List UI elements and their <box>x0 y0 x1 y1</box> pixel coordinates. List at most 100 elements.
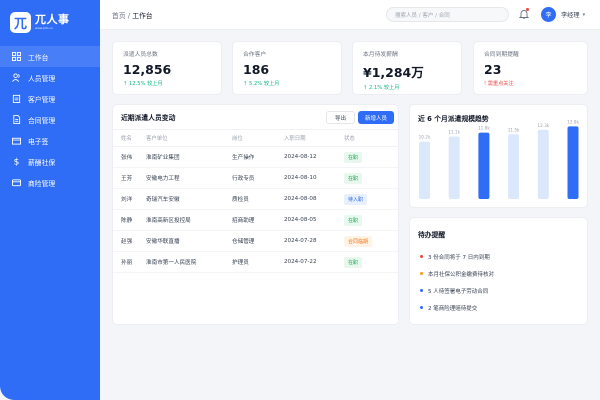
breadcrumb-current: 工作台 <box>132 11 153 20</box>
stat-value: ¥1,284万 <box>363 65 424 80</box>
cell-status: 在职 <box>344 251 398 273</box>
table-row[interactable]: 陈静 淮南高新区投控局 招商助理 2024-08-05 在职 <box>113 209 398 231</box>
stat-delta: ↑ 12.5% 较上月 <box>123 81 163 87</box>
table-row[interactable]: 王芳 安徽电力工程 行政专员 2024-08-10 在职 <box>113 167 398 189</box>
bell-icon[interactable] <box>518 8 530 20</box>
table-row[interactable]: 张伟 淮南矿业集团 生产操作 2024-08-12 在职 <box>113 146 398 168</box>
bullet-icon <box>420 255 423 258</box>
breadcrumb: 首页 / 工作台 <box>112 10 153 20</box>
logo-mark: 兀 <box>10 11 31 33</box>
table-row[interactable]: 刘洋 奇瑞汽车安徽 质检员 2024-08-08 待入职 <box>113 188 398 210</box>
column-header: 入职日期 <box>284 129 344 147</box>
cell-client: 淮南市第一人民医院 <box>146 251 232 273</box>
users-icon <box>12 73 21 82</box>
chart-bar <box>567 126 579 199</box>
cell-date: 2024-08-10 <box>284 167 344 189</box>
folder-icon <box>12 136 21 145</box>
cell-client: 淮南矿业集团 <box>146 146 232 168</box>
todo-item[interactable]: 5 人待签署电子劳动合同 <box>420 282 585 299</box>
sidebar-item-contracts[interactable]: 合同管理 <box>0 109 100 130</box>
cell-client: 淮南高新区投控局 <box>146 209 232 231</box>
sidebar-nav: 工作台 人员管理 客户管理 合同管理 电子签 $ 薪酬社保 商险管理 <box>0 46 100 193</box>
logo[interactable]: 兀 兀人事 www.pllo.cn <box>0 0 100 36</box>
sidebar-item-label: 人员管理 <box>28 74 56 83</box>
stat-value: 23 <box>484 62 502 77</box>
stat-card-clients: 合作客户 186 ↑ 5.2% 较上月 <box>232 41 342 95</box>
bullet-icon <box>420 289 423 292</box>
cell-name: 陈静 <box>113 209 146 231</box>
cell-status: 在职 <box>344 146 398 168</box>
stat-value: 12,856 <box>123 62 172 77</box>
status-badge: 在职 <box>344 214 363 226</box>
logo-sub: www.pllo.cn <box>35 25 53 30</box>
table-header-row: 姓名 客户单位 岗位 入职日期 状态 <box>113 129 398 147</box>
cell-status: 在职 <box>344 209 398 231</box>
cell-status: 待入职 <box>344 188 398 210</box>
cell-date: 2024-08-05 <box>284 209 344 231</box>
stat-label: 合作客户 <box>243 52 267 58</box>
todo-text: 3 份合同将于 7 日内到期 <box>428 254 490 261</box>
sidebar-item-payroll[interactable]: $ 薪酬社保 <box>0 151 100 172</box>
grid-icon <box>12 52 21 61</box>
todo-text: 本月社保公积金缴费待核对 <box>428 271 495 278</box>
sidebar-item-label: 客户管理 <box>28 95 56 104</box>
todo-title: 待办提醒 <box>418 231 446 239</box>
user-name: 李经理 <box>561 12 580 19</box>
bullet-icon <box>420 306 423 309</box>
cell-date: 2024-08-08 <box>284 188 344 210</box>
todo-item[interactable]: 本月社保公积金缴费待核对 <box>420 265 585 282</box>
sidebar-item-dashboard[interactable]: 工作台 <box>0 46 100 67</box>
notification-dot <box>526 8 529 11</box>
sidebar-item-insurance[interactable]: 商险管理 <box>0 172 100 193</box>
status-badge: 在职 <box>344 172 363 184</box>
export-button[interactable]: 导出 <box>326 111 355 124</box>
chevron-down-icon: ▾ <box>582 11 586 18</box>
sidebar-item-staff[interactable]: 人员管理 <box>0 67 100 88</box>
todo-text: 2 笔商险理赔待提交 <box>428 305 478 312</box>
cell-date: 2024-07-28 <box>284 230 344 252</box>
column-header: 客户单位 <box>146 129 232 147</box>
chart-data-label: 12.9k <box>567 119 579 124</box>
cell-post: 护理员 <box>232 251 284 273</box>
sidebar-item-clients[interactable]: 客户管理 <box>0 88 100 109</box>
sidebar-item-label: 商险管理 <box>28 179 56 188</box>
cell-date: 2024-08-12 <box>284 146 344 168</box>
stat-card-staff: 派遣人员总数 12,856 ↑ 12.5% 较上月 <box>112 41 222 95</box>
table-row[interactable]: 孙丽 淮南市第一人民医院 护理员 2024-07-22 在职 <box>113 251 398 273</box>
sidebar-item-label: 工作台 <box>28 53 49 62</box>
status-badge: 合同临期 <box>344 235 373 247</box>
user-menu[interactable]: 李 李经理 ▾ <box>541 7 585 22</box>
logo-title: 兀人事 <box>35 12 70 26</box>
column-header: 岗位 <box>232 129 284 147</box>
column-header: 状态 <box>344 129 398 147</box>
todo-card: 待办提醒 3 份合同将于 7 日内到期 本月社保公积金缴费待核对 5 人待签署电子劳… <box>409 217 588 325</box>
cell-name: 张伟 <box>113 146 146 168</box>
chart-bar <box>537 129 549 199</box>
sidebar-item-label: 电子签 <box>28 137 49 146</box>
search-input[interactable]: 搜索人员 / 客户 / 合同 <box>386 7 509 22</box>
cell-post: 招商助理 <box>232 209 284 231</box>
todo-item[interactable]: 3 份合同将于 7 日内到期 <box>420 248 585 265</box>
cell-name: 赵强 <box>113 230 146 252</box>
sidebar-item-esign[interactable]: 电子签 <box>0 130 100 151</box>
card-icon <box>12 178 21 187</box>
todo-item[interactable]: 2 笔商险理赔待提交 <box>420 299 585 316</box>
search-placeholder: 搜索人员 / 客户 / 合同 <box>395 12 450 19</box>
avatar: 李 <box>541 7 556 22</box>
stat-delta: ↑ 2.1% 较上月 <box>363 85 400 91</box>
trend-chart-card: 近 6 个月派遣规模趋势 10.2k 11.1k 11.8k 11.5k 12.3k 12… <box>409 104 588 208</box>
svg-text:$: $ <box>14 158 20 166</box>
table-title: 近期派遣人员变动 <box>121 114 176 122</box>
cell-post: 质检员 <box>232 188 284 210</box>
chart-bar <box>508 134 520 199</box>
add-staff-button[interactable]: 新增人员 <box>358 111 394 124</box>
sidebar: 兀 兀人事 www.pllo.cn 工作台 人员管理 客户管理 合同管理 电子签… <box>0 0 100 400</box>
breadcrumb-root[interactable]: 首页 / <box>112 12 132 20</box>
status-badge: 在职 <box>344 256 363 268</box>
cell-status: 在职 <box>344 167 398 189</box>
cell-client: 安徽华联直播 <box>146 230 232 252</box>
stat-value: 186 <box>243 62 270 77</box>
chart-data-label: 11.1k <box>448 130 460 135</box>
dollar-icon: $ <box>12 157 21 166</box>
table-row[interactable]: 赵强 安徽华联直播 仓储管理 2024-07-28 合同临期 <box>113 230 398 252</box>
